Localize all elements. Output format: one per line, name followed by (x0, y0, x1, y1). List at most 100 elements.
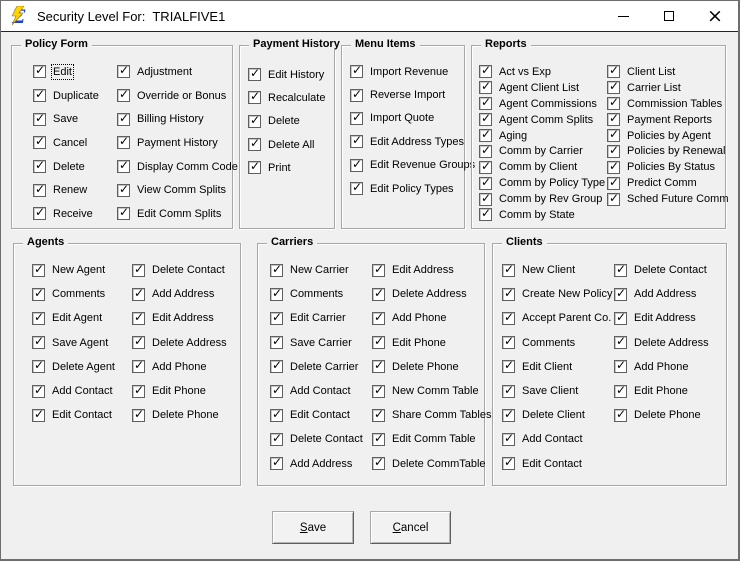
checkbox-item[interactable]: ✓ Delete Address (372, 282, 491, 306)
checkbox-item[interactable]: ✓ Edit Address (132, 306, 227, 330)
checkbox[interactable]: ✓ (33, 205, 46, 221)
checkbox-item[interactable]: ✓ Comm by Rev Group (479, 191, 605, 207)
checkbox-item[interactable]: ✓ Save Client (502, 379, 612, 403)
checkbox[interactable]: ✓ (117, 205, 130, 221)
checkbox[interactable]: ✓ (32, 310, 45, 325)
close-button[interactable]: × (692, 1, 738, 31)
checkbox-item[interactable]: ✓ Delete All (248, 133, 325, 156)
checkbox-item[interactable]: ✓ Delete Address (132, 331, 227, 355)
checkbox[interactable]: ✓ (607, 191, 620, 206)
checkbox[interactable]: ✓ (33, 158, 46, 174)
checkbox[interactable]: ✓ (479, 159, 492, 174)
checkbox[interactable]: ✓ (32, 262, 45, 277)
checkbox[interactable]: ✓ (607, 95, 620, 111)
checkbox[interactable]: ✓ (502, 262, 515, 277)
checkbox-item[interactable]: ✓ Add Contact (502, 427, 612, 451)
checkbox-item[interactable]: ✓ Add Phone (372, 306, 491, 330)
checkbox[interactable]: ✓ (479, 95, 492, 111)
checkbox-item[interactable]: ✓ Edit (33, 60, 99, 84)
checkbox-item[interactable]: ✓ Add Address (132, 282, 227, 306)
checkbox[interactable]: ✓ (607, 143, 620, 158)
checkbox-item[interactable]: ✓ Add Contact (270, 379, 363, 403)
checkbox[interactable]: ✓ (502, 310, 515, 325)
checkbox-item[interactable]: ✓ Accept Parent Co. (502, 306, 612, 330)
checkbox[interactable]: ✓ (248, 66, 261, 82)
checkbox-item[interactable]: ✓ Aging (479, 127, 605, 144)
checkbox[interactable]: ✓ (132, 358, 145, 374)
checkbox-item[interactable]: ✓ Edit Policy Types (350, 177, 475, 200)
checkbox[interactable]: ✓ (33, 63, 46, 79)
checkbox[interactable]: ✓ (614, 383, 627, 398)
checkbox[interactable]: ✓ (32, 383, 45, 398)
checkbox-item[interactable]: ✓ Delete Phone (132, 403, 227, 427)
checkbox-item[interactable]: ✓ New Agent (32, 258, 115, 282)
checkbox[interactable]: ✓ (350, 110, 363, 125)
checkbox-item[interactable]: ✓ New Client (502, 258, 612, 282)
checkbox[interactable]: ✓ (607, 159, 620, 174)
checkbox-item[interactable]: ✓ Agent Commissions (479, 95, 605, 112)
checkbox[interactable]: ✓ (502, 383, 515, 398)
checkbox[interactable]: ✓ (248, 89, 261, 105)
checkbox-item[interactable]: ✓ Create New Policy (502, 282, 612, 306)
checkbox[interactable]: ✓ (372, 407, 385, 422)
checkbox[interactable]: ✓ (248, 136, 261, 152)
checkbox-item[interactable]: ✓ Comments (502, 331, 612, 355)
checkbox-item[interactable]: ✓ Override or Bonus (117, 84, 238, 108)
checkbox-item[interactable]: ✓ Save Agent (32, 331, 115, 355)
checkbox-item[interactable]: ✓ Delete Phone (372, 355, 491, 379)
checkbox[interactable]: ✓ (33, 182, 46, 197)
checkbox-item[interactable]: ✓ Edit Contact (32, 403, 115, 427)
checkbox-item[interactable]: ✓ Edit Revenue Groups (350, 154, 475, 177)
checkbox[interactable]: ✓ (32, 358, 45, 374)
checkbox[interactable]: ✓ (502, 407, 515, 422)
checkbox-item[interactable]: ✓ Predict Comm (607, 175, 728, 191)
checkbox-item[interactable]: ✓ Carrier List (607, 79, 728, 96)
checkbox[interactable]: ✓ (270, 310, 283, 325)
checkbox[interactable]: ✓ (614, 334, 627, 350)
checkbox-item[interactable]: ✓ Delete CommTable (372, 452, 491, 476)
checkbox-item[interactable]: ✓ Policies by Renewal (607, 143, 728, 159)
checkbox-item[interactable]: ✓ Edit Contact (502, 452, 612, 476)
checkbox-item[interactable]: ✓ Edit Address Types (350, 130, 475, 153)
checkbox-item[interactable]: ✓ Commission Tables (607, 95, 728, 112)
checkbox-item[interactable]: ✓ Share Comm Tables (372, 403, 491, 427)
checkbox-item[interactable]: ✓ Edit Phone (132, 379, 227, 403)
checkbox-item[interactable]: ✓ Delete Contact (614, 258, 709, 282)
checkbox[interactable]: ✓ (270, 383, 283, 398)
checkbox[interactable]: ✓ (607, 111, 620, 127)
checkbox-item[interactable]: ✓ Comm by State (479, 206, 605, 223)
checkbox[interactable]: ✓ (32, 407, 45, 422)
checkbox[interactable]: ✓ (270, 286, 283, 301)
checkbox-item[interactable]: ✓ Edit Contact (270, 403, 363, 427)
checkbox[interactable]: ✓ (132, 407, 145, 422)
checkbox[interactable]: ✓ (479, 191, 492, 206)
checkbox[interactable]: ✓ (479, 143, 492, 158)
checkbox-item[interactable]: ✓ Add Address (270, 452, 363, 476)
checkbox[interactable]: ✓ (32, 334, 45, 350)
checkbox-item[interactable]: ✓ Delete Client (502, 403, 612, 427)
checkbox-item[interactable]: ✓ Billing History (117, 107, 238, 131)
checkbox-item[interactable]: ✓ Edit Agent (32, 306, 115, 330)
checkbox[interactable]: ✓ (614, 358, 627, 374)
checkbox-item[interactable]: ✓ Edit Phone (372, 331, 491, 355)
checkbox[interactable]: ✓ (270, 262, 283, 277)
checkbox[interactable]: ✓ (479, 175, 492, 190)
checkbox-item[interactable]: ✓ Edit Phone (614, 379, 709, 403)
checkbox-item[interactable]: ✓ Add Contact (32, 379, 115, 403)
checkbox[interactable]: ✓ (117, 182, 130, 197)
checkbox[interactable]: ✓ (372, 262, 385, 277)
checkbox-item[interactable]: ✓ Delete (33, 155, 99, 179)
checkbox[interactable]: ✓ (614, 262, 627, 277)
save-button[interactable]: Save (272, 511, 354, 544)
checkbox-item[interactable]: ✓ Comm by Client (479, 159, 605, 175)
checkbox[interactable]: ✓ (33, 134, 46, 150)
checkbox[interactable]: ✓ (132, 334, 145, 350)
checkbox-item[interactable]: ✓ Edit Comm Splits (117, 202, 238, 226)
checkbox[interactable]: ✓ (350, 87, 363, 102)
checkbox-item[interactable]: ✓ Agent Comm Splits (479, 111, 605, 128)
checkbox[interactable]: ✓ (132, 262, 145, 277)
checkbox[interactable]: ✓ (479, 206, 492, 222)
checkbox-item[interactable]: ✓ Display Comm Code (117, 155, 238, 179)
checkbox-item[interactable]: ✓ Delete Contact (270, 427, 363, 451)
checkbox-item[interactable]: ✓ Delete Carrier (270, 355, 363, 379)
